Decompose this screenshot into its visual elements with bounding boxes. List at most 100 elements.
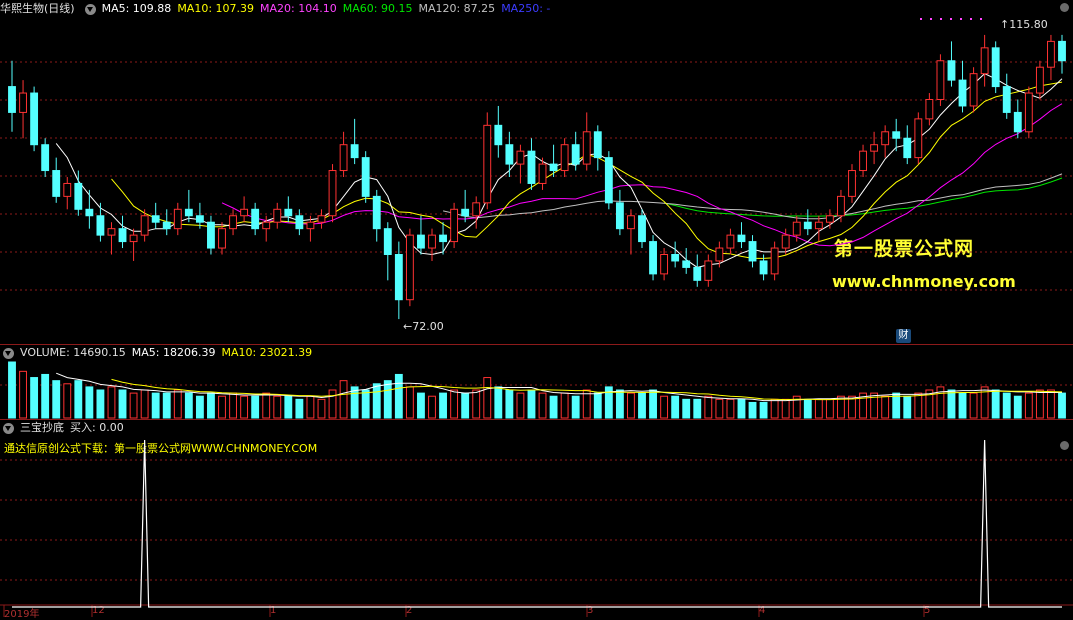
candle-body [118, 228, 127, 243]
volume-bar [660, 395, 669, 419]
candle-body [350, 144, 359, 159]
volume-bar [627, 392, 635, 419]
volume-bar [1013, 395, 1022, 419]
volume-bar [96, 389, 105, 419]
ma10-label: MA10: 107.39 [177, 2, 255, 15]
volume-bar [671, 395, 680, 419]
candle-body [483, 124, 492, 204]
candle-body [140, 215, 149, 236]
volume-bar [284, 395, 293, 419]
candle-body [925, 99, 934, 120]
candle-body [604, 157, 613, 204]
volume-bar [803, 398, 812, 419]
candle-body [660, 254, 669, 275]
indicator-name[interactable]: 三宝抄底 [20, 421, 64, 434]
volume-bar [461, 392, 470, 419]
candle-body [251, 208, 260, 230]
candle-body [184, 208, 193, 217]
candle-body [461, 208, 470, 217]
candle-body [439, 234, 447, 243]
candle-body [759, 260, 768, 275]
volume-bar [129, 392, 138, 419]
volume-bar [593, 392, 602, 419]
stock-title[interactable]: 华熙生物(日线) [0, 2, 75, 15]
volume-bar [218, 395, 226, 419]
volume-bar [958, 392, 967, 419]
candle-body [428, 234, 436, 249]
volume-bar [770, 398, 779, 419]
candle-body [571, 144, 580, 165]
volume-bar [881, 395, 890, 419]
candle-body [649, 241, 657, 275]
candle-body [903, 137, 912, 159]
volume-bar [184, 392, 193, 419]
volume-bar [273, 395, 282, 419]
indicator-collapse-icon[interactable] [3, 422, 14, 434]
candle-body [328, 170, 337, 217]
signal-dot [920, 18, 922, 20]
candle-body [339, 144, 348, 172]
signal-dot [960, 18, 962, 20]
volume-bar [450, 389, 459, 419]
candle-body [207, 221, 215, 249]
volume-bar [41, 373, 50, 419]
volume-bar [173, 389, 182, 419]
candle-body [803, 221, 812, 230]
candle-body [549, 163, 558, 172]
indicator-header: 三宝抄底 买入: 0.00 [0, 420, 130, 436]
candle-body [969, 73, 978, 107]
volume-bar [417, 392, 425, 419]
candle-body [693, 266, 702, 281]
volume-bar [903, 395, 912, 419]
candle-body [527, 150, 536, 184]
candle-body [273, 208, 282, 223]
volume-bar [991, 389, 1000, 419]
volume-bar [151, 392, 160, 419]
volume-bar [229, 392, 237, 419]
candle-body [737, 234, 746, 243]
candle-body [560, 144, 569, 172]
volume-bar [704, 395, 713, 419]
candle-body [582, 131, 591, 165]
ma120-label: MA120: 87.25 [418, 2, 496, 15]
candle-body [1047, 40, 1055, 68]
volume-bar [682, 398, 691, 419]
candle-body [162, 221, 171, 230]
volume-bar [825, 398, 834, 419]
volume-bar [892, 392, 901, 419]
collapse-icon[interactable] [84, 3, 96, 15]
candle-body [295, 215, 304, 230]
volume-bar [1002, 392, 1011, 419]
volume-bar [339, 380, 348, 419]
candle-body [1035, 66, 1044, 94]
candle-body [1002, 86, 1011, 113]
candle-body [870, 144, 879, 152]
volume-bar [538, 392, 547, 419]
volume-bar [207, 392, 215, 419]
candle-body [704, 260, 713, 281]
volume-bar [781, 398, 790, 419]
candle-body [881, 131, 890, 146]
volume-bar [726, 398, 735, 419]
volume-bar [306, 395, 315, 419]
volume-bar [405, 386, 414, 419]
volume-bar [638, 392, 646, 419]
volume-bar [107, 386, 116, 419]
volume-bar [240, 395, 249, 419]
volume-label: VOLUME: 14690.15 [20, 346, 126, 359]
candle-body [837, 195, 845, 217]
volume-bar [85, 386, 94, 419]
candle-body [958, 79, 967, 107]
volume-bar [1024, 392, 1033, 419]
ma20-label: MA20: 104.10 [260, 2, 337, 15]
volume-bar [759, 401, 768, 419]
buy-label: 买入: 0.00 [70, 421, 124, 434]
candle-body [450, 208, 459, 243]
volume-bar [74, 380, 83, 419]
candle-body [516, 150, 525, 165]
candle-body [85, 208, 94, 217]
volume-bar [571, 395, 580, 419]
volume-bar [8, 361, 16, 419]
volume-collapse-icon[interactable] [3, 347, 14, 359]
volume-bar [262, 392, 271, 419]
